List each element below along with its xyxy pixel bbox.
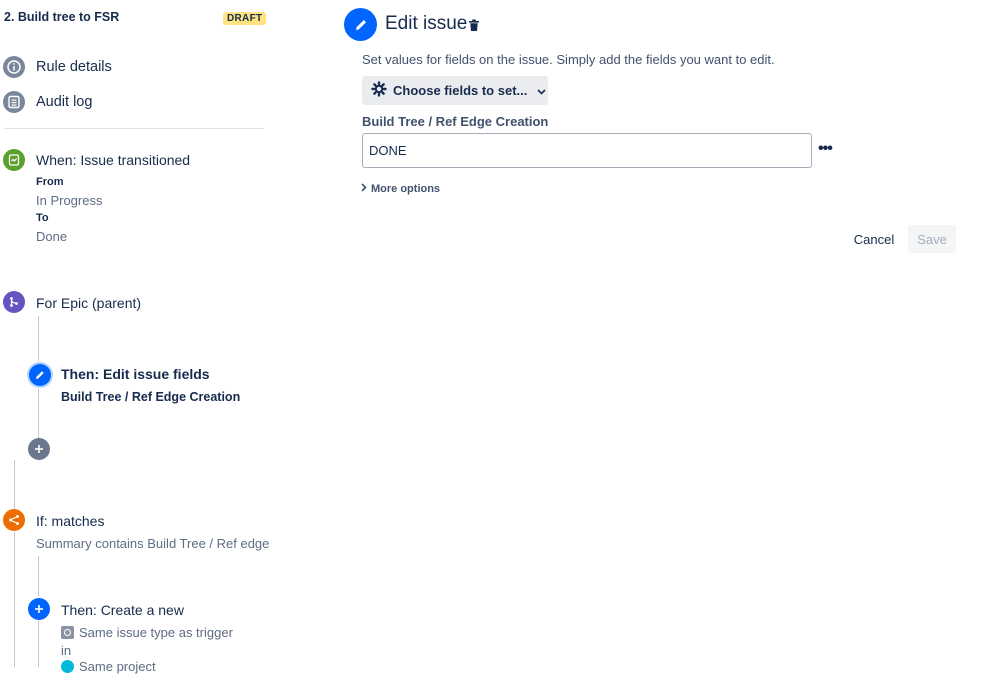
field-value-input[interactable] xyxy=(362,133,812,168)
editor-description: Set values for fields on the issue. Simp… xyxy=(362,52,775,67)
branch-title[interactable]: For Epic (parent) xyxy=(36,295,141,311)
condition-title[interactable]: If: matches xyxy=(36,513,104,529)
divider xyxy=(4,128,264,129)
condition-subtitle: Summary contains Build Tree / Ref edge xyxy=(36,536,270,551)
save-button[interactable]: Save xyxy=(908,225,956,253)
trigger-icon[interactable] xyxy=(3,149,25,171)
more-options-toggle[interactable]: More options xyxy=(361,183,440,195)
create-issue-type: Same issue type as trigger xyxy=(61,625,233,640)
create-line2: in xyxy=(61,643,72,658)
rule-title: 2. Build tree to FSR xyxy=(4,10,120,24)
branch-connector xyxy=(38,316,39,361)
create-action-title[interactable]: Then: Create a new xyxy=(61,602,184,618)
trigger-title[interactable]: When: Issue transitioned xyxy=(36,152,190,168)
condition-icon[interactable] xyxy=(3,509,25,531)
chevron-right-icon xyxy=(361,183,367,195)
trigger-to-label: To xyxy=(36,212,49,224)
chevron-down-icon xyxy=(537,83,546,98)
issue-type-icon xyxy=(61,626,74,639)
trigger-from-label: From xyxy=(36,176,64,188)
choose-fields-label: Choose fields to set... xyxy=(393,83,528,98)
gear-icon xyxy=(371,81,387,100)
more-options-label: More options xyxy=(371,183,441,195)
create-step-icon[interactable] xyxy=(28,598,50,620)
branch-action-title[interactable]: Then: Edit issue fields xyxy=(61,366,210,382)
condition-connector xyxy=(38,556,39,596)
cancel-button[interactable]: Cancel xyxy=(845,225,903,253)
create-line1: Same issue type as trigger xyxy=(79,625,233,640)
branch-icon[interactable] xyxy=(3,291,25,313)
add-step-button[interactable] xyxy=(28,438,50,460)
more-actions-icon[interactable]: ••• xyxy=(818,140,833,158)
edit-issue-icon xyxy=(344,8,377,41)
trigger-from-value: In Progress xyxy=(36,193,103,208)
editor-title: Edit issue xyxy=(385,13,468,34)
choose-fields-button[interactable]: Choose fields to set... xyxy=(362,76,548,105)
branch-connector xyxy=(38,389,39,439)
nav-label-audit-log: Audit log xyxy=(36,94,93,110)
draft-badge: DRAFT xyxy=(223,12,267,25)
edit-step-icon[interactable] xyxy=(29,364,51,386)
branch-action-subtitle: Build Tree / Ref Edge Creation xyxy=(61,390,241,404)
main-connector xyxy=(14,460,15,510)
list-icon xyxy=(3,91,25,113)
trigger-to-value: Done xyxy=(36,229,68,244)
condition-connector xyxy=(38,621,39,667)
nav-label-rule-details: Rule details xyxy=(36,59,112,75)
main-connector xyxy=(14,532,15,667)
nav-rule-details[interactable]: Rule details xyxy=(3,56,112,78)
nav-audit-log[interactable]: Audit log xyxy=(3,91,92,113)
field-label: Build Tree / Ref Edge Creation xyxy=(362,114,549,129)
delete-icon[interactable] xyxy=(468,19,480,37)
info-icon xyxy=(3,56,25,78)
